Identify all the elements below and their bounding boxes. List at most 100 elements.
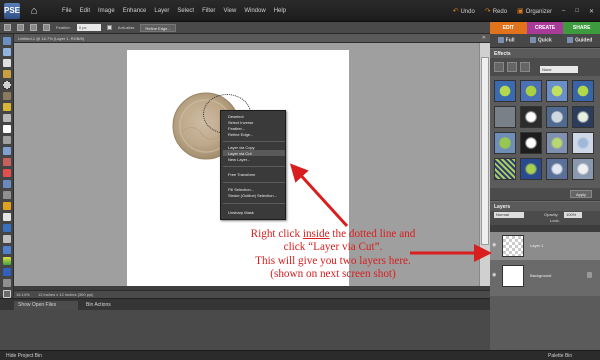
minimize-button[interactable]: – xyxy=(562,8,565,14)
ctx-stroke-selection[interactable]: Stroke (Outline) Selection... xyxy=(228,193,277,198)
layer-row-layer-1[interactable]: ◉ Layer 1 xyxy=(490,232,600,260)
effect-thumbnail[interactable] xyxy=(520,106,542,128)
effect-thumbnail[interactable] xyxy=(572,80,594,102)
cookie-cutter-tool-icon[interactable] xyxy=(3,147,11,155)
effect-thumbnail[interactable] xyxy=(494,158,516,180)
document-tab[interactable]: Untitled-1 @ 16.7% (Layer 1, RGB/8) ✕ xyxy=(14,34,490,43)
maximize-button[interactable]: □ xyxy=(575,8,579,14)
eyedropper-tool-icon[interactable] xyxy=(3,70,11,78)
effect-thumbnail[interactable] xyxy=(546,132,568,154)
subtab-guided[interactable]: Guided xyxy=(567,37,592,44)
palette-bin-button[interactable]: Palette Bin xyxy=(548,351,572,360)
effect-thumbnail[interactable] xyxy=(572,158,594,180)
clone-stamp-tool-icon[interactable] xyxy=(3,191,11,199)
move-tool-icon[interactable] xyxy=(3,37,11,45)
redo-button[interactable]: ↷ Redo xyxy=(485,7,507,15)
effect-thumbnail[interactable] xyxy=(572,132,594,154)
add-selection-icon[interactable] xyxy=(17,24,24,31)
straighten-tool-icon[interactable] xyxy=(3,158,11,166)
close-window-button[interactable]: ✕ xyxy=(589,8,594,15)
new-selection-icon[interactable] xyxy=(4,24,11,31)
lasso-tool-icon[interactable] xyxy=(3,92,11,100)
menu-edit[interactable]: Edit xyxy=(80,8,90,14)
effect-thumbnail[interactable] xyxy=(572,106,594,128)
tab-create[interactable]: CREATE xyxy=(526,22,564,34)
effects-panel-header[interactable]: Effects xyxy=(490,48,600,58)
vertical-scroll-thumb[interactable] xyxy=(481,57,489,245)
organizer-button[interactable]: ▣ Organizer xyxy=(517,7,552,15)
effects-category-select[interactable]: None xyxy=(540,66,578,73)
red-eye-tool-icon[interactable] xyxy=(3,169,11,177)
subtab-quick[interactable]: Quick xyxy=(529,37,552,44)
antialias-checkbox[interactable] xyxy=(106,25,112,30)
effect-thumbnail[interactable] xyxy=(520,158,542,180)
menu-enhance[interactable]: Enhance xyxy=(123,8,147,14)
hide-project-bin-button[interactable]: Hide Project Bin xyxy=(6,351,42,360)
ctx-deselect[interactable]: Deselect xyxy=(228,114,244,119)
pencil-tool-icon[interactable] xyxy=(3,202,11,210)
sponge-tool-icon[interactable] xyxy=(3,290,11,298)
smart-brush-tool-icon[interactable] xyxy=(3,235,11,243)
subtab-full[interactable]: Full xyxy=(497,37,515,44)
effect-thumbnail[interactable] xyxy=(494,132,516,154)
brush-tool-icon[interactable] xyxy=(3,224,11,232)
tab-edit[interactable]: EDIT xyxy=(490,22,527,34)
tab-share[interactable]: SHARE xyxy=(563,22,600,34)
effect-thumbnail[interactable] xyxy=(546,158,568,180)
effect-thumbnail[interactable] xyxy=(520,80,542,102)
photo-effects-icon[interactable] xyxy=(520,62,530,72)
bin-actions-menu[interactable]: Bin Actions xyxy=(86,301,111,310)
eraser-tool-icon[interactable] xyxy=(3,213,11,221)
menu-layer[interactable]: Layer xyxy=(154,8,169,14)
menu-view[interactable]: View xyxy=(223,8,236,14)
menu-file[interactable]: File xyxy=(62,8,72,14)
ctx-unsharp-mask[interactable]: Unsharp Mask xyxy=(228,210,254,215)
hand-tool-icon[interactable] xyxy=(3,59,11,67)
layer-styles-icon[interactable] xyxy=(507,62,517,72)
type-tool-icon[interactable] xyxy=(3,125,11,133)
visibility-eye-icon[interactable]: ◉ xyxy=(492,272,499,278)
menu-image[interactable]: Image xyxy=(98,8,115,14)
effect-thumbnail[interactable] xyxy=(494,80,516,102)
selection-brush-tool-icon[interactable] xyxy=(3,114,11,122)
gradient-tool-icon[interactable] xyxy=(3,257,11,265)
menu-window[interactable]: Window xyxy=(244,8,265,14)
marquee-tool-icon[interactable] xyxy=(3,81,11,89)
show-open-files-dropdown[interactable]: Show Open Files xyxy=(14,301,78,310)
vertical-scrollbar[interactable] xyxy=(479,43,490,286)
close-document-icon[interactable]: ✕ xyxy=(482,34,486,43)
home-icon[interactable]: ⌂ xyxy=(26,3,42,19)
ctx-fill-selection[interactable]: Fill Selection... xyxy=(228,187,254,192)
effect-thumbnail[interactable] xyxy=(494,106,516,128)
ctx-free-transform[interactable]: Free Transform xyxy=(228,172,255,177)
healing-brush-tool-icon[interactable] xyxy=(3,180,11,188)
layers-panel-header[interactable]: Layers xyxy=(490,201,600,211)
opacity-input[interactable]: 100% xyxy=(564,212,582,218)
intersect-selection-icon[interactable] xyxy=(43,24,50,31)
layer-row-background[interactable]: ◉ Background xyxy=(490,262,600,290)
filters-icon[interactable] xyxy=(494,62,504,72)
refine-edge-button[interactable]: Refine Edge... xyxy=(140,23,176,32)
subtract-selection-icon[interactable] xyxy=(30,24,37,31)
menu-select[interactable]: Select xyxy=(177,8,194,14)
menu-filter[interactable]: Filter xyxy=(202,8,215,14)
undo-button[interactable]: ↶ Undo xyxy=(453,7,475,15)
ctx-new-layer[interactable]: New Layer... xyxy=(228,157,250,162)
menu-help[interactable]: Help xyxy=(274,8,286,14)
crop-tool-icon[interactable] xyxy=(3,136,11,144)
blend-mode-select[interactable]: Normal xyxy=(494,212,524,218)
apply-button[interactable]: Apply xyxy=(570,190,592,198)
ctx-refine-edge[interactable]: Refine Edge... xyxy=(228,132,253,137)
ctx-layer-via-cut[interactable]: Layer via Cut xyxy=(228,151,252,156)
zoom-tool-icon[interactable] xyxy=(3,48,11,56)
ctx-feather[interactable]: Feather... xyxy=(228,126,245,131)
ctx-select-inverse[interactable]: Select Inverse xyxy=(228,120,253,125)
shape-tool-icon[interactable] xyxy=(3,268,11,276)
feather-input[interactable]: 0 px xyxy=(76,24,101,31)
effect-thumbnail[interactable] xyxy=(546,106,568,128)
effect-thumbnail[interactable] xyxy=(546,80,568,102)
effect-thumbnail[interactable] xyxy=(520,132,542,154)
paint-bucket-tool-icon[interactable] xyxy=(3,246,11,254)
visibility-eye-icon[interactable]: ◉ xyxy=(492,242,499,248)
magic-wand-tool-icon[interactable] xyxy=(3,103,11,111)
